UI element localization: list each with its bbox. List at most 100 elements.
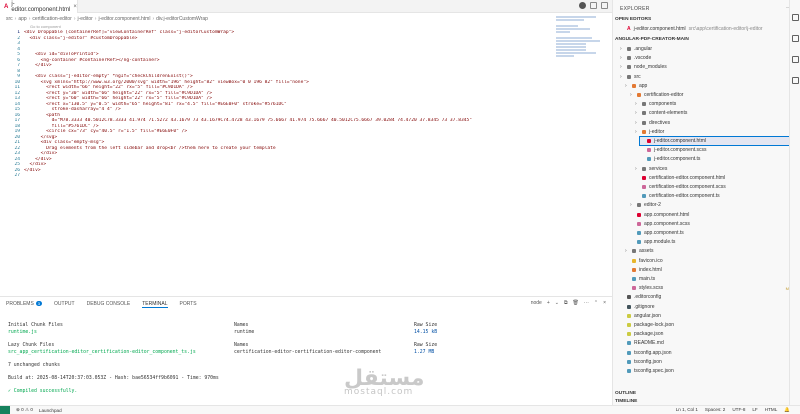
code-line[interactable]: 27 bbox=[0, 173, 556, 179]
language-mode[interactable]: HTML bbox=[765, 407, 778, 413]
chat-icon[interactable] bbox=[792, 35, 799, 42]
chevron-icon: › bbox=[635, 110, 637, 117]
tree-folder[interactable]: › assets bbox=[625, 247, 795, 255]
encoding[interactable]: UTF-8 bbox=[732, 407, 745, 413]
tree-file[interactable]: README.md bbox=[620, 339, 790, 347]
tree-file[interactable]: certification-editor.component.html bbox=[635, 174, 800, 182]
split-editor-icon[interactable] bbox=[590, 2, 597, 9]
breadcrumb-item[interactable]: div.j-editorCustomWrap bbox=[156, 16, 208, 22]
close-panel-icon[interactable]: × bbox=[603, 300, 606, 306]
tree-file[interactable]: .gitignore bbox=[620, 303, 790, 311]
more-actions-icon[interactable] bbox=[601, 2, 608, 9]
tree-file[interactable]: package-lock.json bbox=[620, 321, 790, 329]
code-editor[interactable]: 1 <div Droppable [containerRef]="viewCont… bbox=[0, 30, 556, 228]
open-editors-section[interactable]: OPEN EDITORS bbox=[615, 17, 651, 22]
tree-file[interactable]: tsconfig.json bbox=[620, 358, 790, 366]
breadcrumb-item[interactable]: j-editor.component.html bbox=[98, 16, 150, 22]
terminal-dropdown-icon[interactable]: ⌄ bbox=[555, 300, 559, 306]
remote-indicator-icon[interactable] bbox=[0, 406, 10, 414]
cursor-position[interactable]: Ln 1, Col 1 bbox=[676, 407, 698, 413]
split-terminal-icon[interactable]: ⧉ bbox=[564, 300, 568, 306]
tree-folder[interactable]: › content-elements bbox=[635, 109, 800, 117]
errors-warnings[interactable]: ⊗ 0 ⚠ 0 bbox=[16, 407, 33, 413]
tree-folder[interactable]: › src bbox=[620, 73, 790, 81]
tree-file[interactable]: main.ts bbox=[625, 275, 795, 283]
problems-badge: 3 bbox=[35, 301, 43, 306]
tab-output[interactable]: OUTPUT bbox=[54, 301, 75, 308]
breadcrumb-item[interactable]: app bbox=[18, 16, 26, 22]
tree-file[interactable]: tsconfig.spec.json bbox=[620, 367, 790, 375]
tree-item-label: tsconfig.json bbox=[634, 358, 662, 365]
terminal-kind[interactable]: node bbox=[531, 300, 542, 306]
tree-item-label: j-editor.component.scss bbox=[654, 147, 707, 154]
tab-j-editor-html[interactable]: A j-editor.component.html × bbox=[0, 0, 78, 13]
tree-file[interactable]: angular.json bbox=[620, 312, 790, 320]
tree-file[interactable]: favicon.ico bbox=[625, 257, 795, 265]
copilot-icon[interactable] bbox=[792, 14, 799, 21]
tree-file[interactable]: app.component.ts bbox=[630, 229, 800, 237]
tree-folder[interactable]: ›certification-editor● bbox=[630, 91, 800, 99]
tree-folder[interactable]: › components bbox=[635, 100, 800, 108]
folder-icon bbox=[632, 249, 636, 254]
minimap[interactable] bbox=[556, 15, 600, 70]
tab-ports[interactable]: PORTS bbox=[180, 301, 197, 308]
tree-folder[interactable]: › services bbox=[635, 165, 800, 173]
tree-file[interactable]: styles.scss M bbox=[625, 284, 795, 292]
outline-section[interactable]: OUTLINE bbox=[615, 391, 636, 396]
tree-file[interactable]: j-editor.component.html bbox=[639, 136, 800, 146]
tab-debug-console[interactable]: DEBUG CONSOLE bbox=[87, 301, 131, 308]
tree-file[interactable]: certification-editor.component.ts bbox=[635, 192, 800, 200]
tree-file[interactable]: .editorconfig bbox=[620, 293, 790, 301]
breadcrumb-item[interactable]: j-editor bbox=[78, 16, 93, 22]
extension-icon[interactable] bbox=[792, 56, 799, 63]
initial-chunk-name: runtime bbox=[234, 330, 255, 335]
new-terminal-icon[interactable]: + bbox=[547, 300, 550, 306]
tree-item-label: styles.scss bbox=[639, 285, 664, 292]
breadcrumb-item[interactable]: src bbox=[6, 16, 13, 22]
end-of-line[interactable]: LF bbox=[752, 407, 757, 413]
kill-terminal-icon[interactable]: 🗑 bbox=[573, 300, 579, 306]
tree-folder[interactable]: › j-editor bbox=[635, 128, 800, 136]
compiled-message: ✓ Compiled successfully. bbox=[8, 389, 78, 394]
tree-file[interactable]: package.json bbox=[620, 330, 790, 338]
tree-folder[interactable]: › editor-2 bbox=[630, 201, 800, 209]
project-section[interactable]: ANGULAR-PDF-CREATOR-MAIN bbox=[615, 37, 689, 42]
notifications-icon[interactable]: 🔔 bbox=[784, 407, 790, 413]
open-editor-item[interactable]: A j-editor.component.html src\app\certif… bbox=[627, 26, 792, 32]
preview-icon[interactable] bbox=[579, 2, 586, 9]
chevron-icon: › bbox=[625, 82, 627, 89]
codelens-hint[interactable]: Go to component bbox=[30, 24, 61, 29]
tab-terminal[interactable]: TERMINAL bbox=[142, 301, 168, 308]
tree-file[interactable]: tsconfig.app.json bbox=[620, 349, 790, 357]
folder-icon bbox=[642, 166, 646, 171]
chevron-icon: › bbox=[635, 128, 637, 135]
tree-file[interactable]: app.component.html bbox=[630, 211, 800, 219]
chevron-icon: › bbox=[635, 165, 637, 172]
close-tab-icon[interactable]: × bbox=[73, 4, 77, 10]
more-icon[interactable]: ··· bbox=[584, 300, 589, 306]
tree-file[interactable]: index.html bbox=[625, 266, 795, 274]
tree-item-label: .vscode bbox=[634, 55, 652, 62]
tree-folder[interactable]: › app bbox=[625, 82, 795, 90]
folder-icon bbox=[637, 203, 641, 208]
indentation[interactable]: Spaces: 2 bbox=[705, 407, 725, 413]
chevron-icon: › bbox=[635, 119, 637, 126]
account-icon[interactable] bbox=[792, 77, 799, 84]
tree-folder[interactable]: › .vscode bbox=[620, 54, 790, 62]
tree-folder[interactable]: › directives bbox=[635, 119, 800, 127]
mostaql-watermark: مستقل mostaql.com bbox=[344, 366, 424, 397]
tree-folder[interactable]: › .angular bbox=[620, 45, 790, 53]
file-icon bbox=[627, 323, 631, 327]
maximize-panel-icon[interactable]: ⌃ bbox=[594, 300, 598, 306]
tree-file[interactable]: certification-editor.component.scss bbox=[635, 183, 800, 191]
launchpad-button[interactable]: Launchpad bbox=[39, 408, 62, 413]
tree-file[interactable]: app.module.ts bbox=[630, 238, 800, 246]
tree-file[interactable]: j-editor.component.tsM bbox=[640, 155, 800, 163]
tree-file[interactable]: app.component.scss bbox=[630, 220, 800, 228]
tab-problems[interactable]: PROBLEMS 3 bbox=[6, 301, 43, 308]
tree-folder[interactable]: › node_modules bbox=[620, 63, 790, 71]
tree-file[interactable]: j-editor.component.scss bbox=[640, 146, 800, 154]
lazy-chunk-size: 1.27 MB bbox=[414, 350, 435, 355]
breadcrumb-item[interactable]: certification-editor bbox=[32, 16, 71, 22]
timeline-section[interactable]: TIMELINE bbox=[615, 399, 637, 404]
